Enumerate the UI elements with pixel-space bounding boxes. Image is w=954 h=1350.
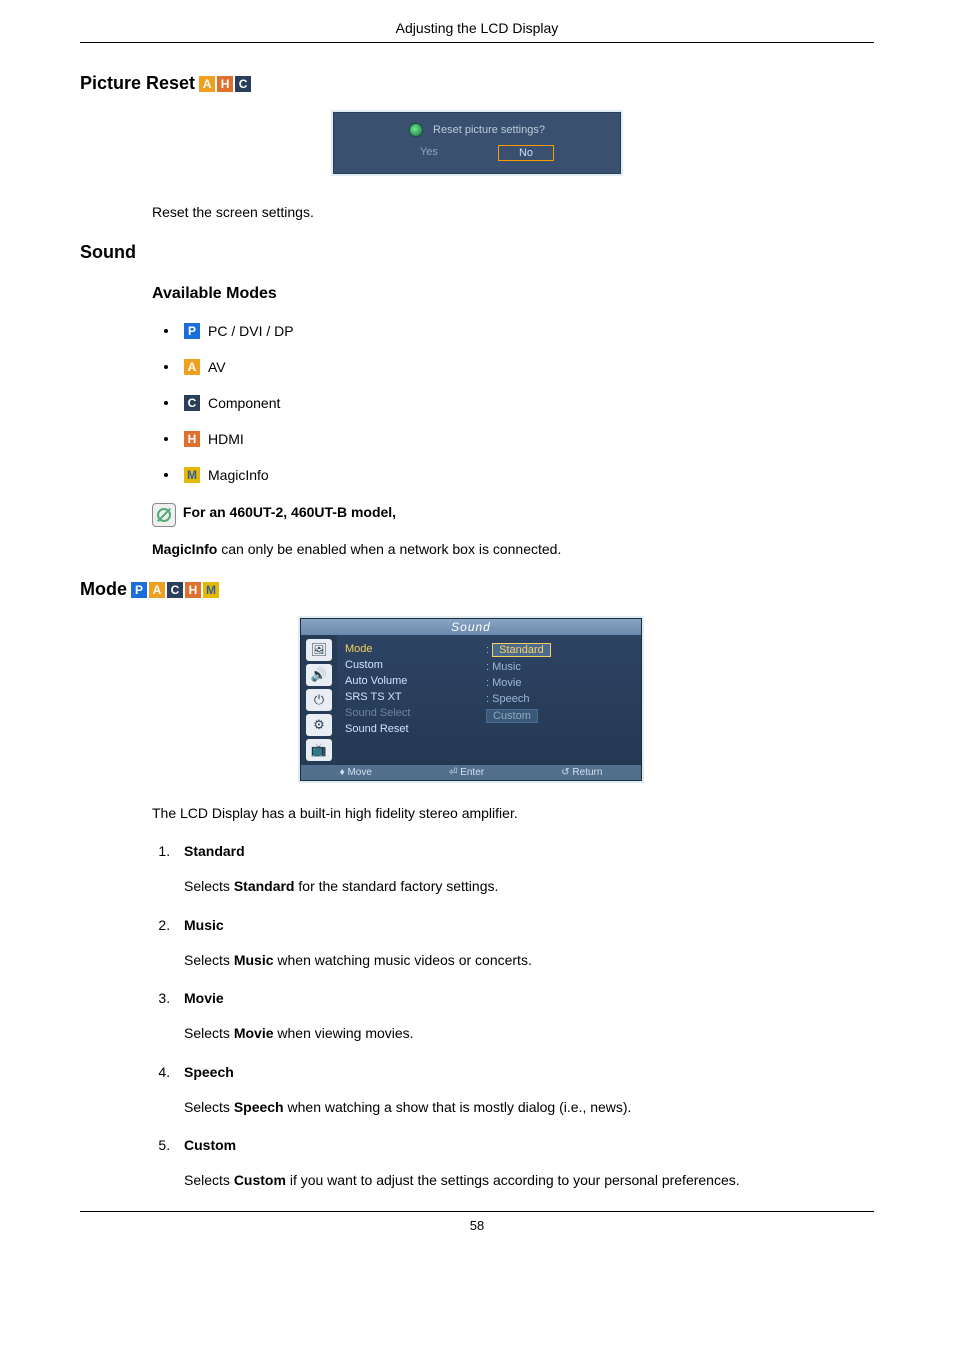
osd-val-standard[interactable]: Standard bbox=[492, 643, 551, 657]
mode-c-icon: C bbox=[235, 76, 251, 92]
mode-component-label: Component bbox=[208, 395, 280, 411]
mode-item-music: Music Selects Music when watching music … bbox=[174, 917, 874, 971]
bullet-icon bbox=[164, 473, 168, 477]
info-icon bbox=[409, 123, 423, 137]
mode-pc-label: PC / DVI / DP bbox=[208, 323, 294, 339]
mode-h-icon: H bbox=[185, 582, 201, 598]
osd-val-custom[interactable]: Custom bbox=[486, 709, 538, 723]
osd-menu-custom[interactable]: Custom bbox=[345, 657, 470, 673]
dialog-yes-button[interactable]: Yes bbox=[400, 145, 458, 161]
osd-val-speech[interactable]: Speech bbox=[492, 693, 529, 705]
available-modes-heading: Available Modes bbox=[152, 285, 874, 303]
note-body-rest: can only be enabled when a network box i… bbox=[217, 541, 561, 557]
reset-picture-dialog: Reset picture settings? Yes No bbox=[333, 112, 621, 174]
mode-item-title: Standard bbox=[184, 843, 245, 859]
mode-h-icon: H bbox=[184, 431, 200, 447]
mode-pc-item: P PC / DVI / DP bbox=[164, 323, 874, 339]
mode-a-icon: A bbox=[184, 359, 200, 375]
osd-menu-sound-select: Sound Select bbox=[345, 705, 470, 721]
page-header: Adjusting the LCD Display bbox=[80, 20, 874, 43]
mode-av-label: AV bbox=[208, 359, 226, 375]
osd-footer-move: ♦ Move bbox=[340, 767, 372, 778]
mode-intro: The LCD Display has a built-in high fide… bbox=[152, 805, 874, 821]
note-model-text: For an 460UT-2, 460UT-B model, bbox=[183, 504, 396, 520]
mode-component-item: C Component bbox=[164, 395, 874, 411]
mode-hdmi-item: H HDMI bbox=[164, 431, 874, 447]
osd-footer: ♦ Move ⏎ Enter ↺ Return bbox=[301, 765, 641, 780]
mode-item-title: Speech bbox=[184, 1064, 234, 1080]
osd-menu-column: Mode Custom Auto Volume SRS TS XT Sound … bbox=[337, 635, 478, 765]
note-body-bold: MagicInfo bbox=[152, 541, 217, 557]
dialog-no-button[interactable]: No bbox=[498, 145, 554, 161]
osd-val-movie[interactable]: Movie bbox=[492, 677, 521, 689]
mode-p-icon: P bbox=[131, 582, 147, 598]
mode-title: Mode bbox=[80, 579, 127, 600]
mode-magicinfo-item: M MagicInfo bbox=[164, 467, 874, 483]
mode-item-movie: Movie Selects Movie when viewing movies. bbox=[174, 990, 874, 1044]
note-body: MagicInfo can only be enabled when a net… bbox=[152, 541, 874, 557]
mode-c-icon: C bbox=[167, 582, 183, 598]
osd-sidebar: 🖼 🔊 ⏻ ⚙ 📺 bbox=[301, 635, 337, 765]
mode-item-title: Custom bbox=[184, 1137, 236, 1153]
mode-a-icon: A bbox=[199, 76, 215, 92]
page-number: 58 bbox=[80, 1211, 874, 1233]
mode-item-standard: Standard Selects Standard for the standa… bbox=[174, 843, 874, 897]
mode-item-desc: Selects Speech when watching a show that… bbox=[184, 1098, 874, 1118]
osd-footer-enter: ⏎ Enter bbox=[449, 767, 484, 778]
section-mode-heading: Mode P A C H M bbox=[80, 579, 874, 600]
mode-item-title: Music bbox=[184, 917, 224, 933]
mode-item-desc: Selects Music when watching music videos… bbox=[184, 951, 874, 971]
osd-tab-setup-icon[interactable]: ⏻ bbox=[306, 689, 332, 711]
mode-item-desc: Selects Custom if you want to adjust the… bbox=[184, 1171, 874, 1191]
osd-menu-auto-volume[interactable]: Auto Volume bbox=[345, 673, 470, 689]
mode-m-icon: M bbox=[184, 467, 200, 483]
bullet-icon bbox=[164, 401, 168, 405]
mode-a-icon: A bbox=[149, 582, 165, 598]
osd-menu-sound-reset[interactable]: Sound Reset bbox=[345, 721, 470, 737]
dialog-question: Reset picture settings? bbox=[433, 124, 545, 136]
picture-reset-title: Picture Reset bbox=[80, 73, 195, 94]
mode-c-icon: C bbox=[184, 395, 200, 411]
picture-reset-description: Reset the screen settings. bbox=[152, 204, 874, 220]
mode-item-custom: Custom Selects Custom if you want to adj… bbox=[174, 1137, 874, 1191]
osd-menu-srs[interactable]: SRS TS XT bbox=[345, 689, 470, 705]
section-picture-reset-heading: Picture Reset A H C bbox=[80, 73, 874, 94]
bullet-icon bbox=[164, 329, 168, 333]
note-icon bbox=[152, 503, 176, 527]
osd-tab-multi-icon[interactable]: ⚙ bbox=[306, 714, 332, 736]
osd-menu-mode[interactable]: Mode bbox=[345, 641, 470, 657]
osd-title: Sound bbox=[301, 619, 641, 635]
mode-item-desc: Selects Standard for the standard factor… bbox=[184, 877, 874, 897]
mode-item-desc: Selects Movie when viewing movies. bbox=[184, 1024, 874, 1044]
mode-h-icon: H bbox=[217, 76, 233, 92]
mode-magicinfo-label: MagicInfo bbox=[208, 467, 269, 483]
osd-value-column: : Standard : Music : Movie : Speech Cust… bbox=[478, 635, 641, 765]
mode-options-list: Standard Selects Standard for the standa… bbox=[152, 843, 874, 1191]
bullet-icon bbox=[164, 365, 168, 369]
osd-footer-return: ↺ Return bbox=[561, 767, 602, 778]
mode-item-title: Movie bbox=[184, 990, 224, 1006]
osd-val-music[interactable]: Music bbox=[492, 661, 521, 673]
sound-osd-menu: Sound 🖼 🔊 ⏻ ⚙ 📺 Mode Custom Auto Volume … bbox=[300, 618, 642, 781]
osd-tab-info-icon[interactable]: 📺 bbox=[306, 739, 332, 761]
mode-p-icon: P bbox=[184, 323, 200, 339]
section-sound-heading: Sound bbox=[80, 242, 874, 263]
mode-item-speech: Speech Selects Speech when watching a sh… bbox=[174, 1064, 874, 1118]
note-model-line: For an 460UT-2, 460UT-B model, bbox=[152, 503, 874, 527]
mode-av-item: A AV bbox=[164, 359, 874, 375]
mode-hdmi-label: HDMI bbox=[208, 431, 244, 447]
osd-tab-sound-icon[interactable]: 🔊 bbox=[306, 664, 332, 686]
osd-tab-picture-icon[interactable]: 🖼 bbox=[306, 639, 332, 661]
mode-m-icon: M bbox=[203, 582, 219, 598]
bullet-icon bbox=[164, 437, 168, 441]
available-modes-list: P PC / DVI / DP A AV C Component H HDMI … bbox=[152, 323, 874, 483]
